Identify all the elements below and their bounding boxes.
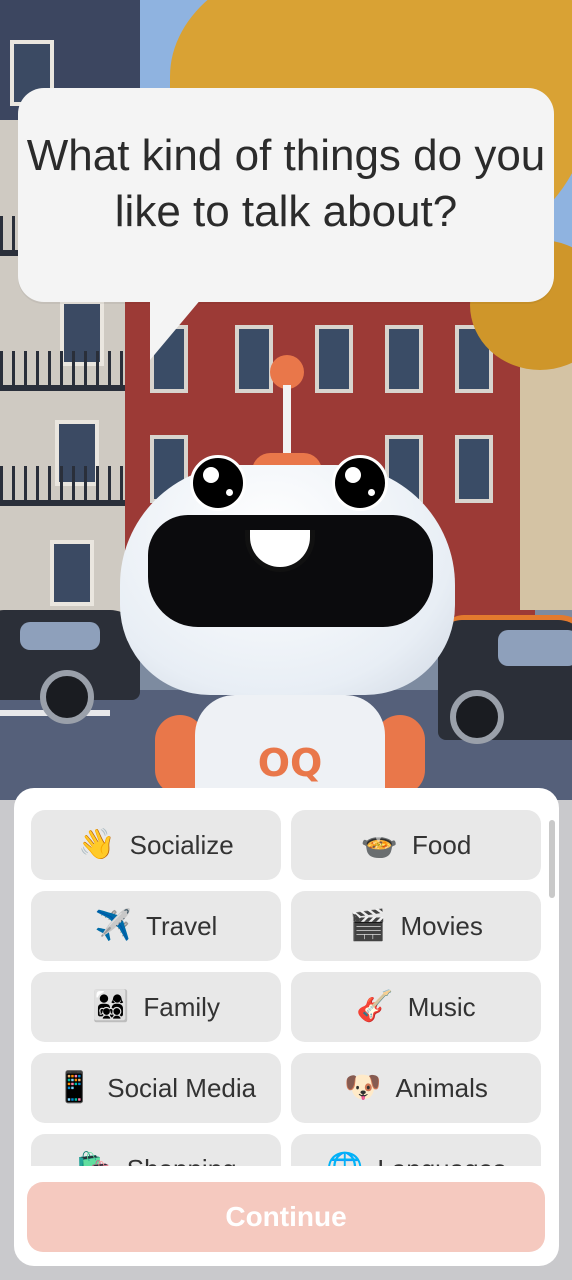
speech-bubble: What kind of things do you like to talk … (18, 88, 554, 302)
right-eye (332, 455, 388, 511)
fire-escape (0, 466, 130, 506)
robot-mascot: OQ (120, 355, 460, 795)
clapper-board-icon: 🎬 (349, 909, 387, 942)
food-pot-icon: 🍲 (360, 828, 399, 861)
topic-chip-music[interactable]: 🎸 Music (291, 972, 541, 1042)
robot-head (120, 465, 455, 695)
topic-label: Shopping (127, 1154, 237, 1167)
topic-selection-panel: 👋 Socialize 🍲 Food ✈️ Travel 🎬 Movies 👨‍… (14, 788, 559, 1266)
topic-label: Social Media (107, 1072, 257, 1103)
window (455, 435, 493, 503)
topic-chip-shopping[interactable]: 🛍️ Shopping (31, 1134, 281, 1166)
topic-chip-socialize[interactable]: 👋 Socialize (31, 810, 281, 880)
car-window (498, 630, 572, 666)
topic-chip-family[interactable]: 👨‍👩‍👧‍👦 Family (31, 972, 281, 1042)
topic-label: Family (143, 991, 220, 1022)
topic-label: Travel (146, 910, 218, 941)
window (50, 540, 94, 606)
continue-button[interactable]: Continue (27, 1182, 545, 1252)
airplane-icon: ✈️ (94, 909, 133, 942)
mobile-phone-icon: 📱 (55, 1071, 94, 1104)
fire-escape (0, 351, 130, 391)
topic-chip-social-media[interactable]: 📱 Social Media (31, 1053, 281, 1123)
topic-chip-languages[interactable]: 🌐 Languages (291, 1134, 541, 1166)
car-wheel (40, 670, 94, 724)
scrollbar[interactable] (549, 820, 555, 898)
question-text: What kind of things do you like to talk … (26, 131, 546, 236)
topic-label: Movies (400, 910, 483, 941)
topic-label: Languages (377, 1154, 506, 1167)
family-icon: 👨‍👩‍👧‍👦 (92, 990, 130, 1023)
topic-label: Music (407, 991, 476, 1022)
waving-hand-icon: 👋 (78, 828, 116, 861)
topic-label: Animals (395, 1072, 488, 1103)
topic-label: Socialize (129, 829, 234, 860)
shopping-bags-icon: 🛍️ (75, 1154, 112, 1167)
topic-chip-food[interactable]: 🍲 Food (291, 810, 541, 880)
speech-bubble-tail (150, 298, 202, 360)
topic-chip-movies[interactable]: 🎬 Movies (291, 891, 541, 961)
globe-icon: 🌐 (326, 1154, 363, 1167)
antenna-ball (270, 355, 304, 389)
dog-icon: 🐶 (344, 1071, 382, 1104)
guitar-icon: 🎸 (356, 990, 394, 1023)
antenna (283, 385, 291, 460)
topic-label: Food (412, 829, 472, 860)
brand-logo: OQ (257, 741, 323, 785)
parked-car (0, 610, 140, 724)
topic-grid[interactable]: 👋 Socialize 🍲 Food ✈️ Travel 🎬 Movies 👨‍… (31, 810, 542, 1166)
left-eye (190, 455, 246, 511)
topic-chip-travel[interactable]: ✈️ Travel (31, 891, 281, 961)
topic-chip-animals[interactable]: 🐶 Animals (291, 1053, 541, 1123)
car-window (20, 622, 100, 650)
